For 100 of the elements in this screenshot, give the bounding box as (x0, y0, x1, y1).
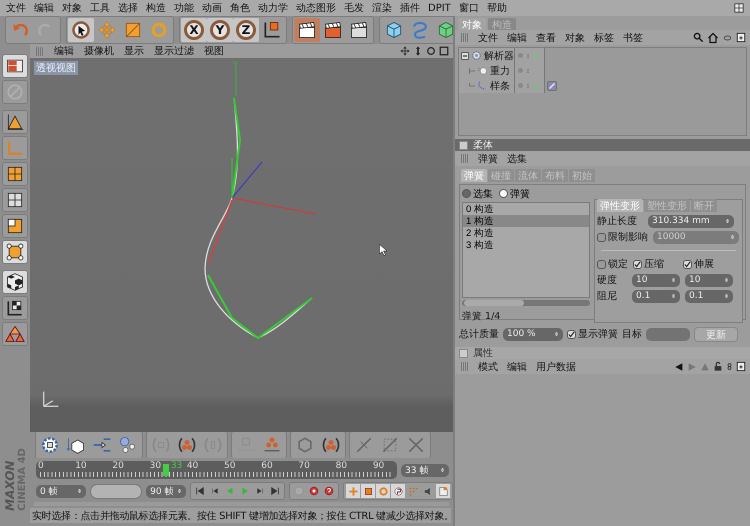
checkbox[interactable] (567, 330, 576, 338)
grip-handle[interactable] (461, 33, 469, 42)
menu-item[interactable]: 标签 (594, 30, 614, 44)
tree-row-cell[interactable]: 重力 (459, 63, 515, 78)
number-field[interactable]: 10 (685, 274, 733, 286)
menu-item[interactable]: 对象 (62, 1, 82, 15)
playhead[interactable] (162, 464, 169, 476)
axis-lock-button[interactable]: Y (210, 20, 230, 40)
menu-item[interactable]: 帮助 (486, 1, 507, 15)
checker-pattern-button[interactable] (2, 270, 28, 294)
menu-item[interactable]: 模式 (478, 360, 498, 374)
window-icon[interactable] (439, 46, 449, 56)
menu-item[interactable]: 构造 (146, 1, 166, 15)
new-window-icon[interactable] (736, 32, 746, 43)
checkmark-icon[interactable] (533, 52, 541, 60)
menu-item[interactable]: 动力学 (258, 1, 288, 15)
axis-lock-button[interactable]: Z (236, 20, 256, 40)
link-icon[interactable] (726, 361, 733, 372)
tree-row-cell[interactable]: 样条 (459, 78, 515, 93)
menu-item[interactable]: DPIT (428, 2, 451, 14)
menu-item[interactable]: 动画 (202, 1, 222, 15)
number-field[interactable]: 10 (632, 274, 680, 286)
checkbox[interactable] (633, 260, 642, 268)
menu-item[interactable]: 编辑 (54, 44, 74, 58)
menu-item[interactable]: 显示过滤 (154, 44, 194, 58)
radio-button[interactable]: 弹簧 (499, 186, 530, 200)
menu-item[interactable]: 工具 (90, 1, 110, 15)
scale-button[interactable] (361, 484, 375, 498)
grip-handle[interactable] (461, 154, 469, 163)
menu-item[interactable]: 文件 (478, 30, 498, 44)
layer-dot[interactable] (518, 83, 523, 88)
lock-icon[interactable] (713, 361, 723, 372)
menu-item[interactable]: 选集 (507, 152, 527, 166)
move-icon[interactable] (400, 46, 410, 56)
menu-item[interactable]: 功能 (174, 1, 194, 15)
number-field[interactable]: 0.1 (632, 290, 680, 302)
frame-field[interactable]: 90 帧 (146, 484, 186, 498)
updown-arrow-icon[interactable] (413, 46, 423, 56)
target-field[interactable] (646, 328, 690, 340)
menu-item[interactable]: 查看 (536, 30, 556, 44)
help-button[interactable] (322, 484, 336, 498)
menu-item[interactable]: 渲染 (372, 1, 392, 15)
square-button[interactable] (2, 214, 28, 238)
rotate-icon[interactable] (426, 46, 436, 56)
menu-item[interactable]: 文件 (6, 1, 26, 15)
list-item[interactable]: 3 构造 (463, 239, 589, 251)
grip-handle[interactable] (461, 362, 469, 371)
back-arrow-icon[interactable] (674, 362, 684, 372)
checkmark-icon[interactable] (533, 82, 541, 90)
object-name[interactable]: 重力 (490, 64, 510, 78)
menu-item[interactable]: 窗口 (458, 1, 479, 15)
frame-field[interactable]: 33 帧 (401, 464, 449, 476)
horizontal-scrollbar[interactable] (462, 300, 590, 306)
collapse-box[interactable] (459, 140, 468, 150)
list-item[interactable]: 1 构造 (463, 215, 589, 227)
number-field[interactable]: 100 % (503, 328, 563, 340)
list-item[interactable]: 2 构造 (463, 227, 589, 239)
home-icon[interactable] (707, 32, 719, 44)
menu-item[interactable]: 动态图形 (296, 1, 336, 15)
document-button[interactable] (436, 484, 450, 498)
layer-dot[interactable] (518, 68, 523, 73)
menu-item[interactable]: 编辑 (34, 1, 54, 15)
menu-item[interactable]: 摄像机 (84, 44, 114, 58)
tree-row-cell[interactable]: 解析器 (459, 48, 515, 63)
layout-button[interactable] (2, 54, 28, 78)
grid-button[interactable] (2, 188, 28, 212)
triangle-button[interactable] (2, 110, 28, 134)
parameter-button[interactable] (391, 484, 405, 498)
clapper-button[interactable] (294, 18, 320, 42)
tag-icon[interactable] (547, 80, 557, 90)
search-icon[interactable] (693, 32, 704, 43)
menu-item[interactable]: 显示 (124, 44, 144, 58)
layer-dot[interactable] (518, 53, 523, 58)
menu-item[interactable]: 编辑 (507, 30, 527, 44)
number-field[interactable]: 0.1 (685, 290, 733, 302)
menu-item[interactable]: 用户数据 (536, 360, 576, 374)
menu-item[interactable]: 书签 (623, 30, 643, 44)
select-button[interactable] (68, 18, 94, 42)
menu-item[interactable]: 插件 (400, 1, 420, 15)
radio-button[interactable]: 选集 (462, 186, 493, 200)
grid-button[interactable] (2, 162, 28, 186)
record-button[interactable] (307, 484, 321, 498)
object-name[interactable]: 解析器 (484, 48, 514, 62)
object-name[interactable]: 样条 (490, 78, 510, 92)
checkbox[interactable] (597, 260, 606, 268)
cones-button[interactable] (2, 322, 28, 346)
axis-lock-button[interactable]: X (184, 20, 204, 40)
timeline-ruler[interactable]: 0 10 20 30 33 40 50 60 70 80 90 (36, 461, 397, 479)
menu-item[interactable]: 对象 (565, 30, 585, 44)
menu-item[interactable]: 视图 (204, 44, 224, 58)
menu-item[interactable]: 毛发 (344, 1, 364, 15)
texture-axis-button[interactable] (2, 296, 28, 320)
menu-item[interactable]: 选择 (118, 1, 138, 15)
collapse-box[interactable] (459, 348, 468, 358)
list-item[interactable]: 0 构造 (463, 203, 589, 215)
layout-icon[interactable] (734, 3, 744, 13)
new-window-icon[interactable] (736, 361, 746, 372)
menu-item[interactable]: 弹簧 (478, 152, 498, 166)
grip-handle[interactable] (36, 46, 44, 56)
checkbox[interactable] (683, 260, 692, 268)
